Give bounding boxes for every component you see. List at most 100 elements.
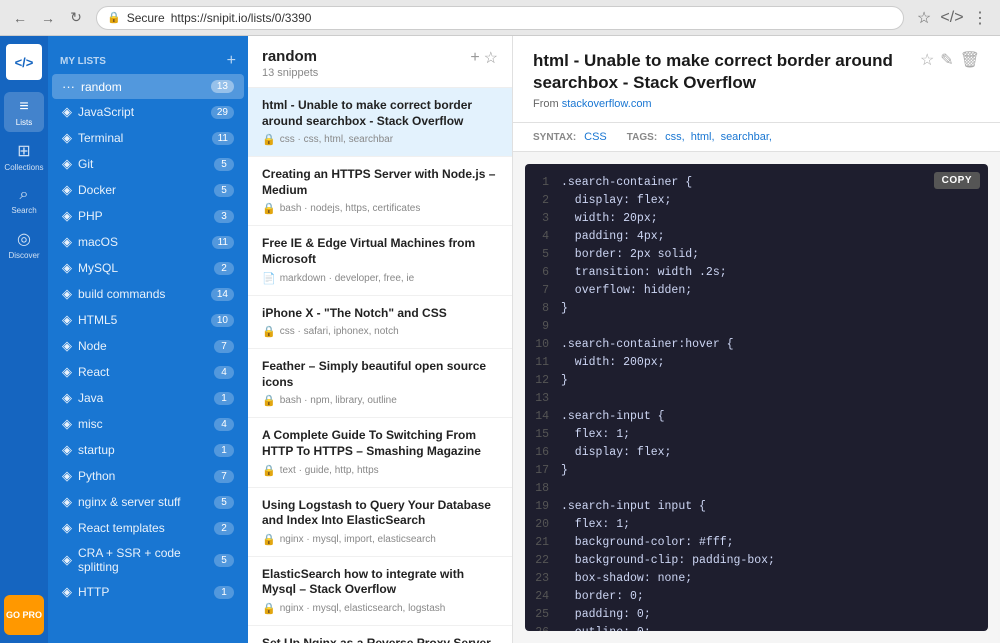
extensions-button[interactable]: </> <box>940 6 964 30</box>
line-number: 17 <box>525 464 561 477</box>
sidebar-item-count: 7 <box>214 340 234 353</box>
line-number: 6 <box>525 266 561 279</box>
rail-item-discover[interactable]: ◎ Discover <box>4 224 44 264</box>
sidebar-item-cra-ssr[interactable]: ◈ CRA + SSR + code splitting 5 <box>52 541 244 579</box>
middle-header-actions: + ☆ <box>470 48 498 68</box>
snippet-meta-icon: 🔒 <box>262 202 276 215</box>
snippet-item[interactable]: Free IE & Edge Virtual Machines from Mic… <box>248 226 512 295</box>
snippet-meta: 🔒 nginx · mysql, elasticsearch, logstash <box>262 602 498 615</box>
sidebar-add-button[interactable]: + <box>227 52 236 70</box>
delete-button[interactable]: 🗑 <box>960 50 980 70</box>
sidebar-item-macos[interactable]: ◈ macOS 11 <box>52 229 244 255</box>
address-bar[interactable]: 🔒 Secure https://snipit.io/lists/0/3390 <box>96 6 904 30</box>
browser-actions: ☆ </> ⋮ <box>912 6 992 30</box>
snippet-item[interactable]: A Complete Guide To Switching From HTTP … <box>248 418 512 487</box>
cra-ssr-icon: ◈ <box>62 552 72 568</box>
sidebar-item-build-commands[interactable]: ◈ build commands 14 <box>52 281 244 307</box>
sidebar-item-javascript[interactable]: ◈ JavaScript 29 <box>52 99 244 125</box>
sidebar-item-label: Docker <box>78 183 208 197</box>
code-line: 16 display: flex; <box>525 446 988 464</box>
snippet-meta-text: bash · npm, library, outline <box>280 395 397 406</box>
line-number: 16 <box>525 446 561 459</box>
reload-button[interactable]: ↻ <box>64 6 88 30</box>
line-code: border: 2px solid; <box>561 248 699 261</box>
react-icon: ◈ <box>62 364 72 380</box>
sidebar-item-react-templates[interactable]: ◈ React templates 2 <box>52 515 244 541</box>
snippet-meta-icon: 🔒 <box>262 533 276 546</box>
sidebar-item-docker[interactable]: ◈ Docker 5 <box>52 177 244 203</box>
sidebar-item-nginx[interactable]: ◈ nginx & server stuff 5 <box>52 489 244 515</box>
app-logo: </> <box>6 44 42 80</box>
app: </> ≡ Lists ⊞ Collections ⌕ Search ◎ Dis… <box>0 36 1000 643</box>
rail-item-go-pro[interactable]: GO PRO <box>4 595 44 635</box>
build-commands-icon: ◈ <box>62 286 72 302</box>
sidebar-item-label: random <box>81 80 205 94</box>
code-line: 26 outline: 0; <box>525 626 988 631</box>
snippet-item[interactable]: iPhone X - "The Notch" and CSS 🔒 css · s… <box>248 296 512 350</box>
snippet-meta-text: css · safari, iphonex, notch <box>280 326 399 337</box>
snippet-item[interactable]: html - Unable to make correct border aro… <box>248 88 512 157</box>
rail-item-collections[interactable]: ⊞ Collections <box>4 136 44 176</box>
rail-item-search[interactable]: ⌕ Search <box>4 180 44 220</box>
snippet-meta: 🔒 css · safari, iphonex, notch <box>262 325 498 338</box>
edit-button[interactable]: ✎ <box>940 50 953 70</box>
line-number: 7 <box>525 284 561 297</box>
sidebar-item-count: 1 <box>214 444 234 457</box>
rail-item-lists[interactable]: ≡ Lists <box>4 92 44 132</box>
code-line: 13 <box>525 392 988 410</box>
snippet-item[interactable]: Set Up Nginx as a Reverse Proxy Server 🔒… <box>248 626 512 643</box>
sidebar-item-react[interactable]: ◈ React 4 <box>52 359 244 385</box>
syntax-label: SYNTAX: <box>533 132 576 143</box>
code-content: 1.search-container {2 display: flex;3 wi… <box>525 164 988 631</box>
line-number: 11 <box>525 356 561 369</box>
content-meta: SYNTAX: CSS TAGS: css, html, searchbar, <box>513 123 1000 152</box>
content-source: From stackoverflow.com <box>533 98 913 110</box>
syntax-value: CSS <box>584 131 607 143</box>
snippet-item[interactable]: Using Logstash to Query Your Database an… <box>248 488 512 557</box>
sidebar-item-mysql[interactable]: ◈ MySQL 2 <box>52 255 244 281</box>
sidebar-item-java[interactable]: ◈ Java 1 <box>52 385 244 411</box>
star-button[interactable]: ☆ <box>912 6 936 30</box>
sidebar-item-count: 5 <box>214 158 234 171</box>
mysql-icon: ◈ <box>62 260 72 276</box>
sidebar-item-python[interactable]: ◈ Python 7 <box>52 463 244 489</box>
source-link[interactable]: stackoverflow.com <box>562 98 652 110</box>
sidebar-item-count: 14 <box>211 288 234 301</box>
sidebar-item-node[interactable]: ◈ Node 7 <box>52 333 244 359</box>
icon-rail: </> ≡ Lists ⊞ Collections ⌕ Search ◎ Dis… <box>0 36 48 643</box>
sidebar-item-html5[interactable]: ◈ HTML5 10 <box>52 307 244 333</box>
snippet-item[interactable]: ElasticSearch how to integrate with Mysq… <box>248 557 512 626</box>
sidebar-item-count: 10 <box>211 314 234 327</box>
javascript-icon: ◈ <box>62 104 72 120</box>
snippet-item[interactable]: Feather – Simply beautiful open source i… <box>248 349 512 418</box>
sidebar-item-count: 11 <box>212 132 234 145</box>
code-line: 15 flex: 1; <box>525 428 988 446</box>
sidebar-item-count: 5 <box>214 496 234 509</box>
star-list-button[interactable]: ☆ <box>484 48 498 68</box>
sidebar-item-count: 1 <box>214 392 234 405</box>
back-button[interactable]: ← <box>8 6 32 30</box>
sidebar-item-terminal[interactable]: ◈ Terminal 11 <box>52 125 244 151</box>
sidebar-item-git[interactable]: ◈ Git 5 <box>52 151 244 177</box>
sidebar-item-php[interactable]: ◈ PHP 3 <box>52 203 244 229</box>
sidebar-item-random[interactable]: ··· random 13 <box>52 74 244 99</box>
tags-list: css, html, searchbar, <box>665 131 772 143</box>
menu-button[interactable]: ⋮ <box>968 6 992 30</box>
snippet-item[interactable]: Creating an HTTPS Server with Node.js – … <box>248 157 512 226</box>
content-header-left: html - Unable to make correct border aro… <box>533 50 913 110</box>
forward-button[interactable]: → <box>36 6 60 30</box>
docker-icon: ◈ <box>62 182 72 198</box>
copy-button[interactable]: COPY <box>934 172 980 189</box>
line-code: } <box>561 374 568 387</box>
star-button[interactable]: ☆ <box>920 50 934 70</box>
snippet-meta: 🔒 bash · npm, library, outline <box>262 394 498 407</box>
snippet-title: Free IE & Edge Virtual Machines from Mic… <box>262 236 498 267</box>
sidebar-item-http[interactable]: ◈ HTTP 1 <box>52 579 244 605</box>
add-snippet-button[interactable]: + <box>470 48 479 68</box>
sidebar-item-label: HTTP <box>78 585 208 599</box>
sidebar-item-startup[interactable]: ◈ startup 1 <box>52 437 244 463</box>
terminal-icon: ◈ <box>62 130 72 146</box>
snippet-meta-text: css · css, html, searchbar <box>280 134 393 145</box>
snippet-title: Using Logstash to Query Your Database an… <box>262 498 498 529</box>
sidebar-item-misc[interactable]: ◈ misc 4 <box>52 411 244 437</box>
